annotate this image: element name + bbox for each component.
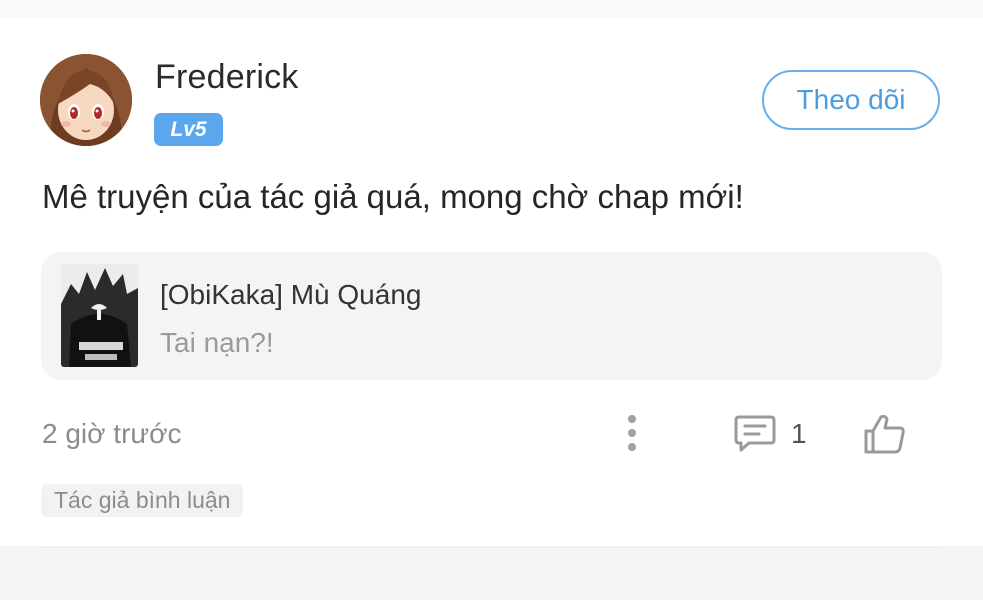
follow-button[interactable]: Theo dõi (762, 70, 940, 130)
more-vertical-icon[interactable] (620, 413, 644, 453)
bottom-divider (40, 547, 943, 548)
comment-icon[interactable] (733, 414, 777, 454)
top-separator (0, 0, 983, 19)
username[interactable]: Frederick (155, 58, 299, 97)
comment-text: Mê truyện của tác giả quá, mong chờ chap… (42, 178, 744, 215)
avatar-image (40, 54, 132, 146)
user-avatar[interactable] (40, 54, 132, 146)
thumbs-up-icon[interactable] (863, 413, 907, 455)
timestamp: 2 giờ trước (42, 418, 182, 449)
story-thumbnail (61, 264, 138, 367)
quoted-story-card[interactable]: [ObiKaka] Mù Quáng Tai nạn?! (41, 252, 942, 380)
comment-card: Frederick Lv5 Theo dõi Mê truyện của tác… (0, 18, 983, 548)
author-comment-tag: Tác giả bình luận (41, 484, 244, 517)
story-title: [ObiKaka] Mù Quáng (160, 279, 422, 310)
level-badge: Lv5 (154, 113, 223, 146)
manga-cover-icon (61, 264, 138, 367)
reply-count: 1 (791, 418, 807, 449)
story-chapter: Tai nạn?! (160, 327, 274, 358)
